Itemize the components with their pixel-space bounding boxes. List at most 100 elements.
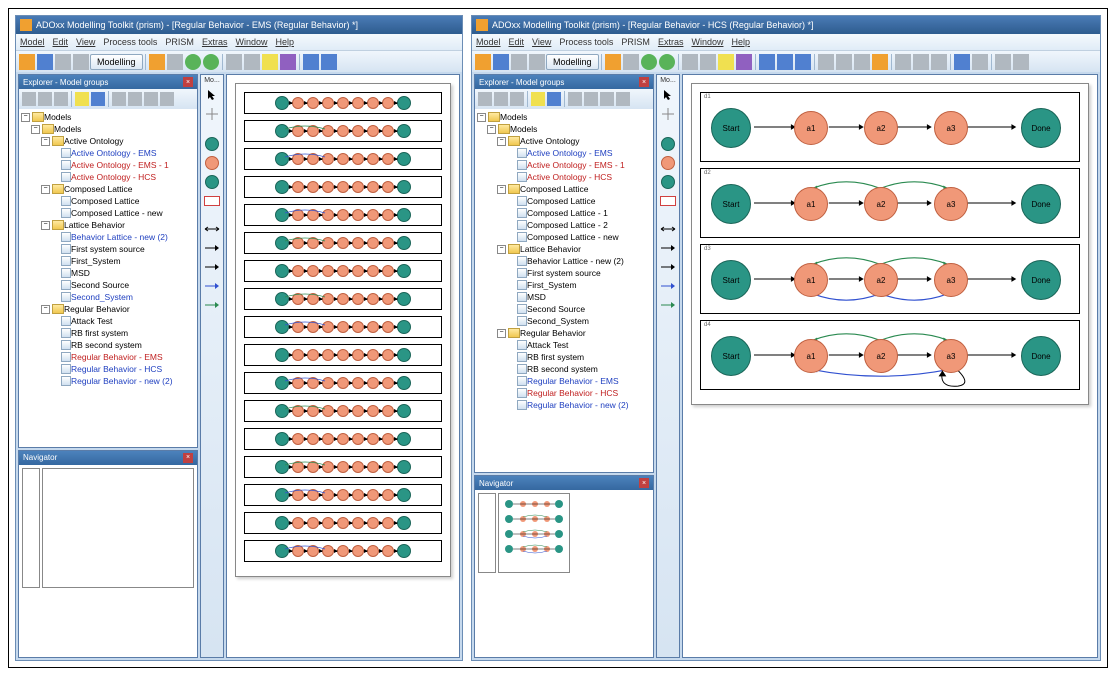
action-node[interactable] (307, 517, 319, 529)
tool-icon[interactable] (128, 92, 142, 106)
tree-item[interactable]: MSD (21, 267, 195, 279)
action-node[interactable] (367, 517, 379, 529)
modelling-button[interactable]: Modelling (546, 54, 599, 70)
cursor-icon[interactable] (659, 87, 677, 103)
explorer-header[interactable]: Explorer - Model groups × (475, 75, 653, 89)
action-node[interactable] (307, 181, 319, 193)
action-node[interactable] (352, 349, 364, 361)
navigator-body[interactable] (19, 465, 197, 657)
action-node[interactable]: a2 (864, 263, 898, 297)
action-node[interactable] (337, 237, 349, 249)
tool-icon[interactable] (280, 54, 296, 70)
action-node[interactable] (322, 433, 334, 445)
action-node[interactable] (337, 181, 349, 193)
action-node[interactable] (382, 349, 394, 361)
action-node[interactable] (382, 433, 394, 445)
tool-icon[interactable] (510, 92, 524, 106)
action-node[interactable] (307, 545, 319, 557)
action-node[interactable] (367, 293, 379, 305)
done-node[interactable] (397, 124, 411, 138)
nav-thumb[interactable] (22, 468, 40, 588)
close-icon[interactable]: × (639, 77, 649, 87)
action-node[interactable] (352, 377, 364, 389)
tool-icon[interactable] (73, 54, 89, 70)
tree-item[interactable]: Active Ontology - EMS - 1 (477, 159, 651, 171)
tree-item[interactable]: RB first system (21, 327, 195, 339)
done-node[interactable]: Done (1021, 184, 1061, 224)
action-node[interactable] (352, 489, 364, 501)
tool-icon[interactable] (244, 54, 260, 70)
menu-window[interactable]: Window (691, 37, 723, 47)
start-node[interactable]: Start (711, 260, 751, 300)
start-node[interactable] (275, 236, 289, 250)
done-node-icon[interactable] (203, 174, 221, 190)
diagram-row[interactable] (244, 400, 442, 422)
start-node[interactable] (275, 152, 289, 166)
tool-icon[interactable] (531, 92, 545, 106)
tree-item[interactable]: Composed Lattice (477, 195, 651, 207)
action-node[interactable] (337, 125, 349, 137)
diagram-row[interactable] (244, 428, 442, 450)
action-node[interactable] (367, 545, 379, 557)
done-node[interactable] (397, 376, 411, 390)
tool-icon[interactable] (478, 92, 492, 106)
action-node[interactable] (367, 405, 379, 417)
action-node[interactable] (382, 517, 394, 529)
action-node[interactable] (352, 209, 364, 221)
action-node[interactable] (307, 377, 319, 389)
redo-icon[interactable] (777, 54, 793, 70)
action-node[interactable]: a3 (934, 339, 968, 373)
tree-item[interactable]: Composed Lattice - 2 (477, 219, 651, 231)
menu-model[interactable]: Model (476, 37, 501, 47)
start-node[interactable]: Start (711, 184, 751, 224)
action-node[interactable] (382, 181, 394, 193)
action-node[interactable] (322, 461, 334, 473)
home-icon[interactable] (19, 54, 35, 70)
action-node[interactable] (367, 153, 379, 165)
tool-icon[interactable] (149, 54, 165, 70)
tree-group[interactable]: −Active Ontology (21, 135, 195, 147)
tool-icon[interactable] (600, 92, 614, 106)
tool-icon[interactable] (37, 54, 53, 70)
action-node[interactable] (307, 433, 319, 445)
home-icon[interactable] (475, 54, 491, 70)
tree-group[interactable]: −Regular Behavior (21, 303, 195, 315)
action-node[interactable] (337, 377, 349, 389)
start-node[interactable] (275, 180, 289, 194)
action-node[interactable] (382, 209, 394, 221)
diagram-row[interactable] (244, 484, 442, 506)
tool-icon[interactable] (54, 92, 68, 106)
diagram-row[interactable] (244, 232, 442, 254)
diagram-row[interactable] (244, 148, 442, 170)
diagram-row[interactable] (244, 120, 442, 142)
tool-icon[interactable] (38, 92, 52, 106)
action-node[interactable] (292, 405, 304, 417)
action-node[interactable]: a1 (794, 339, 828, 373)
start-node[interactable] (275, 544, 289, 558)
tree-root[interactable]: −Models (477, 123, 651, 135)
tool-icon[interactable] (494, 92, 508, 106)
action-node[interactable] (322, 293, 334, 305)
titlebar[interactable]: ADOxx Modelling Toolkit (prism) - [Regul… (472, 16, 1100, 34)
tree-item[interactable]: Regular Behavior - HCS (477, 387, 651, 399)
done-node[interactable] (397, 208, 411, 222)
action-node[interactable] (367, 461, 379, 473)
tree-item[interactable]: Regular Behavior - EMS (477, 375, 651, 387)
box-icon[interactable] (659, 193, 677, 209)
tool-icon[interactable] (954, 54, 970, 70)
action-node[interactable] (352, 125, 364, 137)
action-node[interactable] (352, 433, 364, 445)
tree-group[interactable]: −Lattice Behavior (477, 243, 651, 255)
tree-item[interactable]: Attack Test (21, 315, 195, 327)
action-node[interactable] (382, 237, 394, 249)
tool-icon[interactable] (568, 92, 582, 106)
navigator-body[interactable] (475, 490, 653, 657)
done-node[interactable] (397, 460, 411, 474)
action-node[interactable] (322, 153, 334, 165)
action-node[interactable] (352, 545, 364, 557)
action-node[interactable] (337, 265, 349, 277)
action-node[interactable] (382, 489, 394, 501)
arrow-right-icon[interactable] (659, 259, 677, 275)
navigator-header[interactable]: Navigator × (475, 476, 653, 490)
diagram-row[interactable] (244, 344, 442, 366)
